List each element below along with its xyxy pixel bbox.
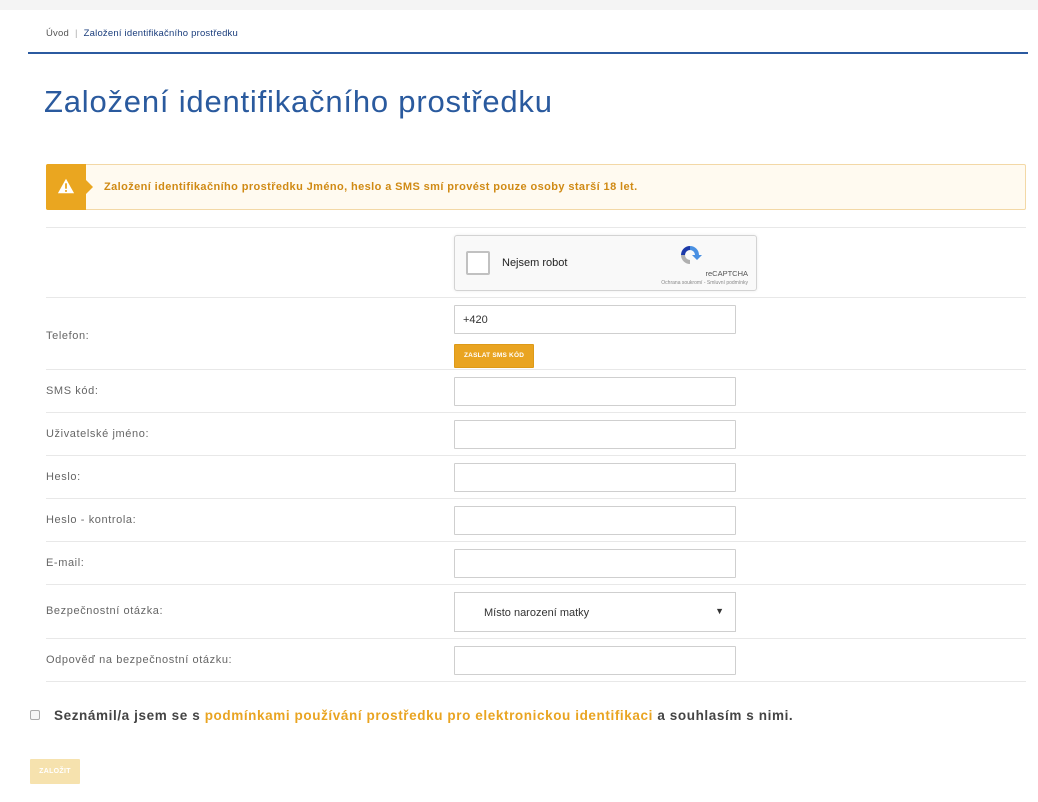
recaptcha-label: Nejsem robot <box>502 257 568 269</box>
breadcrumb-home-link[interactable]: Úvod <box>46 28 69 39</box>
password-input[interactable] <box>454 463 736 492</box>
alert-icon-container <box>46 164 93 210</box>
password-confirm-label: Heslo - kontrola: <box>46 514 137 526</box>
breadcrumb-current[interactable]: Založení identifikačního prostředku <box>84 28 238 39</box>
phone-field-wrap <box>454 305 736 334</box>
recaptcha-brand: reCAPTCHA <box>705 269 748 278</box>
terms-checkbox[interactable] <box>30 709 40 720</box>
breadcrumb-separator: | <box>74 28 78 39</box>
username-input[interactable] <box>454 420 736 449</box>
security-question-label: Bezpečnostní otázka: <box>46 605 164 617</box>
sms-code-label: SMS kód: <box>46 385 99 397</box>
security-question-selected: Místo narození matky <box>484 607 590 619</box>
username-row: Uživatelské jméno: <box>46 412 1026 455</box>
captcha-row: Nejsem robot reCAPTCHA Ochrana soukromí … <box>46 227 1026 297</box>
email-row: E-mail: <box>46 541 1026 584</box>
recaptcha-checkbox[interactable] <box>466 251 490 275</box>
breadcrumb: Úvod | Založení identifikačního prostředku <box>46 28 238 39</box>
password-row: Heslo: <box>46 455 1026 498</box>
terms-consent: Seznámil/a jsem se s podmínkami používán… <box>30 708 793 723</box>
dropdown-caret-icon: ▼ <box>715 606 724 616</box>
consent-suffix: a souhlasím s nimi. <box>657 708 794 723</box>
email-label: E-mail: <box>46 557 85 569</box>
recaptcha-widget: Nejsem robot reCAPTCHA Ochrana soukromí … <box>454 235 757 291</box>
password-confirm-input[interactable] <box>454 506 736 535</box>
breadcrumb-divider <box>28 52 1028 54</box>
password-label: Heslo: <box>46 471 81 483</box>
page-title: Založení identifikačního prostředku <box>44 84 553 119</box>
terms-link[interactable]: podmínkami používání prostředku pro elek… <box>205 708 653 723</box>
registration-form: Nejsem robot reCAPTCHA Ochrana soukromí … <box>46 227 1026 682</box>
consent-prefix: Seznámil/a jsem se s <box>54 708 201 723</box>
phone-input[interactable] <box>454 305 736 334</box>
warning-icon <box>57 178 75 194</box>
security-answer-row: Odpověď na bezpečnostní otázku: <box>46 638 1026 682</box>
security-question-row: Bezpečnostní otázka: Místo narození matk… <box>46 584 1026 638</box>
create-button[interactable]: ZALOŽIT <box>30 759 80 784</box>
security-answer-input[interactable] <box>454 646 736 675</box>
username-label: Uživatelské jméno: <box>46 428 150 440</box>
send-sms-code-button[interactable]: ZASLAT SMS KÓD <box>454 344 535 368</box>
recaptcha-links[interactable]: Ochrana soukromí - Smluvní podmínky <box>661 280 748 286</box>
sms-code-row: SMS kód: <box>46 369 1026 412</box>
recaptcha-logo-icon <box>681 246 702 264</box>
age-warning-alert: Založení identifikačního prostředku Jmén… <box>46 164 1026 210</box>
phone-label: Telefon: <box>46 330 90 342</box>
sms-code-input[interactable] <box>454 377 736 406</box>
password-confirm-row: Heslo - kontrola: <box>46 498 1026 541</box>
phone-row: Telefon: ZASLAT SMS KÓD <box>46 297 1026 369</box>
security-answer-label: Odpověď na bezpečnostní otázku: <box>46 654 233 666</box>
top-bar <box>0 0 1038 10</box>
alert-text: Založení identifikačního prostředku Jmén… <box>104 181 638 193</box>
email-input[interactable] <box>454 549 736 578</box>
security-question-select[interactable]: Místo narození matky ▼ <box>454 592 736 632</box>
